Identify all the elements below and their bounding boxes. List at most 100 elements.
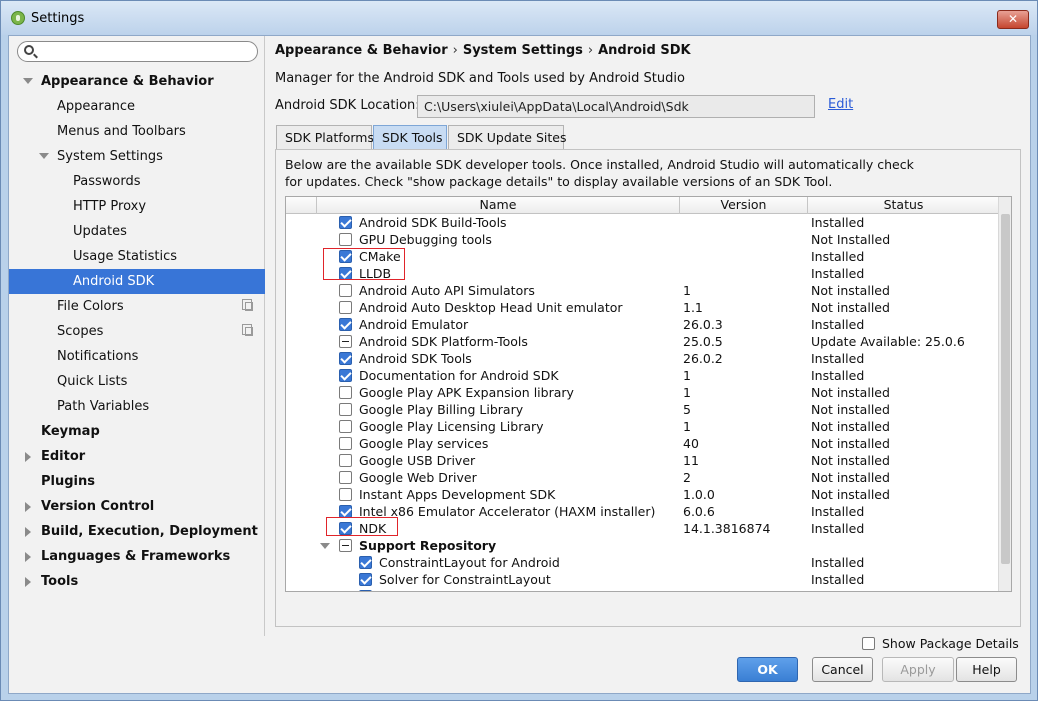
tree-item-appearance[interactable]: Appearance: [9, 94, 265, 119]
tree-item-scopes[interactable]: Scopes: [9, 319, 265, 344]
tree-item-updates[interactable]: Updates: [9, 219, 265, 244]
table-row[interactable]: ConstraintLayout for Android Installed: [286, 554, 999, 571]
row-checkbox[interactable]: [359, 573, 372, 586]
expand-arrow-icon[interactable]: [23, 78, 33, 84]
row-checkbox[interactable]: [339, 539, 352, 552]
row-checkbox[interactable]: [339, 233, 352, 246]
show-package-details-checkbox[interactable]: [862, 637, 875, 650]
row-checkbox[interactable]: [339, 301, 352, 314]
tab-sdk-update-sites[interactable]: SDK Update Sites: [448, 125, 567, 149]
tree-item-editor[interactable]: Editor: [9, 444, 265, 469]
tree-item-menus-toolbars[interactable]: Menus and Toolbars: [9, 119, 265, 144]
table-row[interactable]: Documentation for Android SDK 1 Installed: [286, 367, 999, 384]
row-status: Not Installed: [811, 232, 891, 247]
cancel-button[interactable]: Cancel: [812, 657, 873, 682]
tree-item-version-control[interactable]: Version Control: [9, 494, 265, 519]
row-checkbox[interactable]: [339, 386, 352, 399]
scrollbar-thumb[interactable]: [1001, 214, 1010, 564]
tab-sdk-tools[interactable]: SDK Tools: [373, 125, 447, 149]
table-row[interactable]: Support Repository: [286, 537, 999, 554]
tree-item-keymap[interactable]: Keymap: [9, 419, 265, 444]
collapse-arrow-icon[interactable]: [25, 502, 31, 512]
collapse-arrow-icon[interactable]: [25, 577, 31, 587]
highlight-box-cmake-lldb: [323, 248, 405, 280]
tree-item-build-execution-deployment[interactable]: Build, Execution, Deployment: [9, 519, 265, 544]
collapse-arrow-icon[interactable]: [25, 552, 31, 562]
row-name: Android Emulator: [359, 317, 469, 332]
table-row[interactable]: Installed: [286, 588, 999, 591]
table-row[interactable]: Android Auto API Simulators 1 Not installe…: [286, 282, 999, 299]
tree-item-path-variables[interactable]: Path Variables: [9, 394, 265, 419]
highlight-box-ndk: [326, 517, 398, 536]
table-row[interactable]: Android SDK Build-Tools Installed: [286, 214, 999, 231]
sdk-tools-info: Below are the available SDK developer to…: [285, 156, 1005, 190]
row-checkbox[interactable]: [339, 437, 352, 450]
row-status: Installed: [811, 215, 865, 230]
row-checkbox[interactable]: [339, 335, 352, 348]
collapse-arrow-icon[interactable]: [25, 452, 31, 462]
table-row[interactable]: Google Play APK Expansion library 1 Not in…: [286, 384, 999, 401]
window-title: Settings: [31, 11, 85, 26]
table-row[interactable]: Google Play services 40 Not installed: [286, 435, 999, 452]
row-checkbox[interactable]: [339, 284, 352, 297]
tab-sdk-platforms[interactable]: SDK Platforms: [276, 125, 374, 149]
table-row[interactable]: Instant Apps Development SDK 1.0.0 Not ins…: [286, 486, 999, 503]
tree-item-tools[interactable]: Tools: [9, 569, 265, 594]
tree-item-usage-statistics[interactable]: Usage Statistics: [9, 244, 265, 269]
apply-button[interactable]: Apply: [882, 657, 954, 682]
table-row[interactable]: Google USB Driver 11 Not installed: [286, 452, 999, 469]
row-checkbox[interactable]: [339, 403, 352, 416]
row-status: Not installed: [811, 436, 890, 451]
row-checkbox[interactable]: [339, 352, 352, 365]
row-checkbox[interactable]: [339, 369, 352, 382]
row-name: Google Play Billing Library: [359, 402, 524, 417]
row-checkbox[interactable]: [359, 556, 372, 569]
table-row[interactable]: Android SDK Platform-Tools 25.0.5 Update A…: [286, 333, 999, 350]
table-row[interactable]: Solver for ConstraintLayout Installed: [286, 571, 999, 588]
row-checkbox[interactable]: [339, 454, 352, 467]
table-row[interactable]: Android Emulator 26.0.3 Installed: [286, 316, 999, 333]
row-checkbox[interactable]: [339, 318, 352, 331]
row-status: Installed: [811, 572, 865, 587]
tree-item-passwords[interactable]: Passwords: [9, 169, 265, 194]
row-status: Update Available: 25.0.6: [811, 334, 965, 349]
row-checkbox[interactable]: [339, 216, 352, 229]
table-row[interactable]: GPU Debugging tools Not Installed: [286, 231, 999, 248]
search-input[interactable]: [38, 43, 248, 59]
collapse-arrow-icon[interactable]: [25, 527, 31, 537]
header-name[interactable]: Name: [316, 197, 679, 214]
help-button[interactable]: Help: [956, 657, 1017, 682]
table-row[interactable]: Android SDK Tools 26.0.2 Installed: [286, 350, 999, 367]
close-button[interactable]: ✕: [997, 10, 1029, 29]
row-checkbox[interactable]: [359, 590, 372, 591]
tree-item-system-settings[interactable]: System Settings: [9, 144, 265, 169]
header-status[interactable]: Status: [807, 197, 999, 214]
row-checkbox[interactable]: [339, 420, 352, 433]
row-checkbox[interactable]: [339, 488, 352, 501]
tree-item-quick-lists[interactable]: Quick Lists: [9, 369, 265, 394]
breadcrumb: Appearance & Behavior › System Settings › An…: [275, 43, 691, 58]
search-box[interactable]: [17, 41, 258, 62]
table-row[interactable]: Google Play Billing Library 5 Not installe…: [286, 401, 999, 418]
row-name: Android SDK Tools: [359, 351, 472, 366]
table-row[interactable]: Google Web Driver 2 Not installed: [286, 469, 999, 486]
expand-arrow-icon[interactable]: [39, 153, 49, 159]
row-name: Android Auto API Simulators: [359, 283, 535, 298]
table-row[interactable]: Android Auto Desktop Head Unit emulator 1…: [286, 299, 999, 316]
tree-item-languages-frameworks[interactable]: Languages & Frameworks: [9, 544, 265, 569]
ok-button[interactable]: OK: [737, 657, 798, 682]
tree-item-http-proxy[interactable]: HTTP Proxy: [9, 194, 265, 219]
row-checkbox[interactable]: [339, 471, 352, 484]
row-name: Google Web Driver: [359, 470, 477, 485]
table-row[interactable]: Google Play Licensing Library 1 Not instal…: [286, 418, 999, 435]
row-status: Installed: [811, 351, 865, 366]
tree-item-file-colors[interactable]: File Colors: [9, 294, 265, 319]
tree-item-android-sdk[interactable]: Android SDK: [9, 269, 265, 294]
tree-item-appearance-behavior[interactable]: Appearance & Behavior: [9, 69, 265, 94]
edit-location-link[interactable]: Edit: [828, 97, 853, 112]
header-version[interactable]: Version: [679, 197, 807, 214]
tree-item-plugins[interactable]: Plugins: [9, 469, 265, 494]
vertical-scrollbar[interactable]: [998, 197, 1011, 591]
expand-arrow-icon[interactable]: [320, 543, 330, 549]
tree-item-notifications[interactable]: Notifications: [9, 344, 265, 369]
